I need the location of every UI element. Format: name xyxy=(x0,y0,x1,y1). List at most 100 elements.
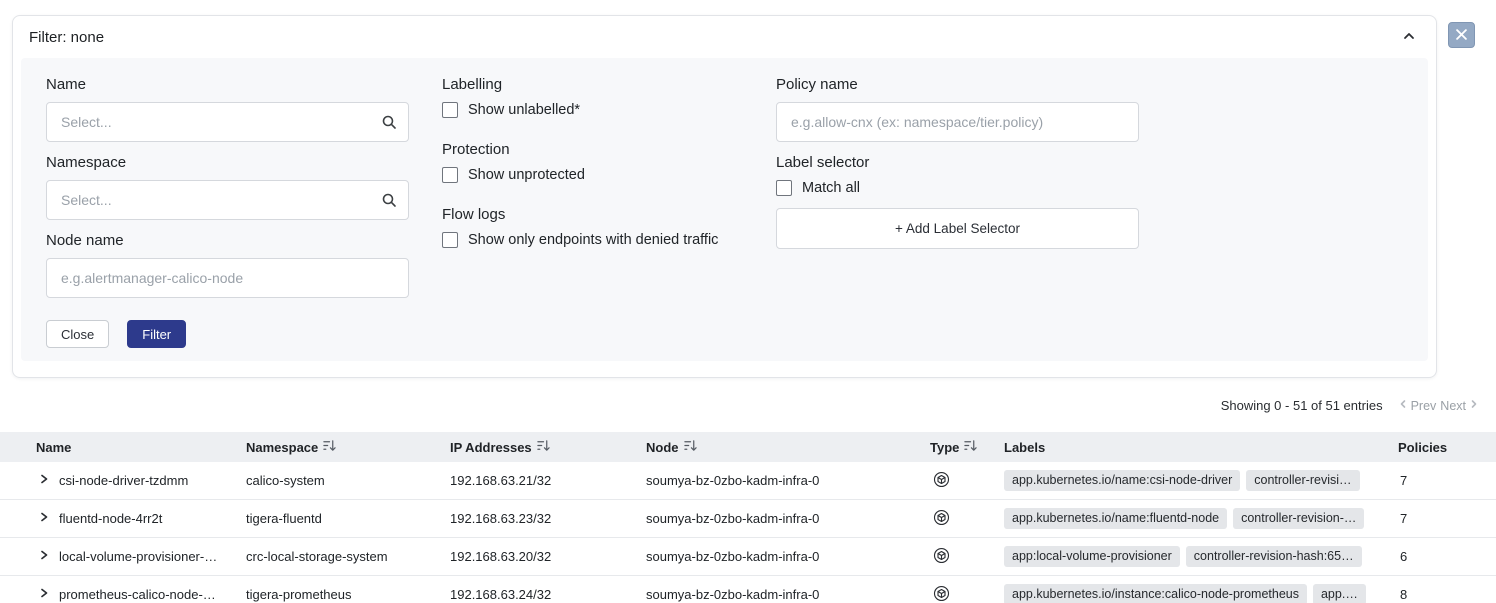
label-chip: app.… xyxy=(1313,584,1366,603)
filter-panel-header: Filter: none xyxy=(13,16,1436,58)
expand-row-button[interactable] xyxy=(38,587,50,602)
match-all-checkbox[interactable] xyxy=(776,180,792,196)
table-row[interactable]: prometheus-calico-node-… tigera-promethe… xyxy=(0,576,1496,603)
show-unlabelled-checkbox[interactable] xyxy=(442,102,458,118)
endpoint-ip: 192.168.63.21/32 xyxy=(450,473,646,488)
endpoint-node: soumya-bz-0zbo-kadm-infra-0 xyxy=(646,549,930,564)
column-header-labels-label: Labels xyxy=(1004,440,1045,455)
chevron-right-icon xyxy=(1468,398,1480,413)
close-button[interactable]: Close xyxy=(46,320,109,348)
policies-count: 7 xyxy=(1398,511,1496,526)
namespace-field-label: Namespace xyxy=(46,154,126,171)
labelling-heading: Labelling xyxy=(442,76,502,93)
table-row[interactable]: csi-node-driver-tzdmm calico-system 192.… xyxy=(0,462,1496,500)
endpoint-ip: 192.168.63.20/32 xyxy=(450,549,646,564)
next-page-button[interactable]: Next xyxy=(1440,398,1480,413)
column-header-ip-addresses[interactable]: IP Addresses xyxy=(450,439,646,455)
column-header-policies-label: Policies xyxy=(1398,440,1447,455)
endpoint-type-icon xyxy=(933,509,950,529)
endpoint-node: soumya-bz-0zbo-kadm-infra-0 xyxy=(646,473,930,488)
endpoints-table-body: csi-node-driver-tzdmm calico-system 192.… xyxy=(0,462,1496,603)
endpoint-type-icon xyxy=(933,585,950,603)
close-icon xyxy=(1456,28,1467,43)
endpoint-type-icon xyxy=(933,471,950,491)
policies-count: 8 xyxy=(1398,587,1496,602)
endpoint-name: csi-node-driver-tzdmm xyxy=(59,473,188,488)
add-label-selector-button[interactable]: + Add Label Selector xyxy=(776,208,1139,249)
policies-count: 7 xyxy=(1398,473,1496,488)
table-row[interactable]: local-volume-provisioner-… crc-local-sto… xyxy=(0,538,1496,576)
match-all-row: Match all xyxy=(776,180,860,196)
table-row[interactable]: fluentd-node-4rr2t tigera-fluentd 192.16… xyxy=(0,500,1496,538)
label-chip: app.kubernetes.io/instance:calico-node-p… xyxy=(1004,584,1307,603)
endpoint-node: soumya-bz-0zbo-kadm-infra-0 xyxy=(646,587,930,602)
collapse-panel-button[interactable] xyxy=(1402,29,1416,46)
column-header-node-label: Node xyxy=(646,440,679,455)
show-unlabelled-row: Show unlabelled* xyxy=(442,102,580,118)
show-unlabelled-label: Show unlabelled* xyxy=(468,102,580,118)
filter-panel: Filter: none Name Namespace xyxy=(12,15,1437,378)
endpoint-name: local-volume-provisioner-… xyxy=(59,549,217,564)
policy-name-input[interactable] xyxy=(776,102,1139,142)
denied-traffic-checkbox[interactable] xyxy=(442,232,458,248)
column-header-ip-label: IP Addresses xyxy=(450,440,532,455)
match-all-label: Match all xyxy=(802,180,860,196)
namespace-select-input[interactable] xyxy=(46,180,409,220)
endpoint-name: prometheus-calico-node-… xyxy=(59,587,216,602)
node-name-field-label: Node name xyxy=(46,232,124,249)
endpoint-ip: 192.168.63.24/32 xyxy=(450,587,646,602)
prev-page-button[interactable]: Prev xyxy=(1397,398,1437,413)
endpoint-namespace: crc-local-storage-system xyxy=(246,549,450,564)
policies-count: 6 xyxy=(1398,549,1496,564)
sort-icon xyxy=(684,439,697,455)
label-chip: app.kubernetes.io/name:csi-node-driver xyxy=(1004,470,1240,492)
name-select-input[interactable] xyxy=(46,102,409,142)
sort-icon xyxy=(323,439,336,455)
chevron-right-icon xyxy=(38,511,50,526)
expand-row-button[interactable] xyxy=(38,511,50,526)
flow-logs-heading: Flow logs xyxy=(442,206,505,223)
chevron-right-icon xyxy=(38,473,50,488)
chevron-left-icon xyxy=(1397,398,1409,413)
dismiss-panel-button[interactable] xyxy=(1448,22,1475,48)
prev-page-label: Prev xyxy=(1411,399,1437,413)
show-unprotected-checkbox[interactable] xyxy=(442,167,458,183)
show-unprotected-row: Show unprotected xyxy=(442,167,585,183)
chevron-right-icon xyxy=(38,549,50,564)
column-header-name-label: Name xyxy=(36,440,71,455)
name-field-label: Name xyxy=(46,76,86,93)
column-header-type[interactable]: Type xyxy=(930,439,1004,455)
chevron-right-icon xyxy=(38,587,50,602)
expand-row-button[interactable] xyxy=(38,473,50,488)
endpoint-ip: 192.168.63.23/32 xyxy=(450,511,646,526)
label-chip: app.kubernetes.io/name:fluentd-node xyxy=(1004,508,1227,530)
chevron-up-icon xyxy=(1402,29,1416,46)
column-header-type-label: Type xyxy=(930,440,959,455)
endpoint-namespace: tigera-prometheus xyxy=(246,587,450,602)
endpoint-name: fluentd-node-4rr2t xyxy=(59,511,162,526)
denied-traffic-label: Show only endpoints with denied traffic xyxy=(468,232,718,248)
entries-summary: Showing 0 - 51 of 51 entries xyxy=(1221,398,1383,413)
denied-traffic-row: Show only endpoints with denied traffic xyxy=(442,232,718,248)
pagination-bar: Showing 0 - 51 of 51 entries Prev Next xyxy=(1221,398,1480,413)
column-header-namespace-label: Namespace xyxy=(246,440,318,455)
sort-icon xyxy=(964,439,977,455)
policy-name-field-label: Policy name xyxy=(776,76,858,93)
column-header-node[interactable]: Node xyxy=(646,439,930,455)
endpoint-node: soumya-bz-0zbo-kadm-infra-0 xyxy=(646,511,930,526)
protection-heading: Protection xyxy=(442,141,510,158)
label-chip: app:local-volume-provisioner xyxy=(1004,546,1180,568)
filter-button[interactable]: Filter xyxy=(127,320,186,348)
endpoints-table-header: Name Namespace IP Addresses Node Type La… xyxy=(0,432,1496,462)
column-header-policies: Policies xyxy=(1398,440,1496,455)
next-page-label: Next xyxy=(1440,399,1466,413)
filter-action-buttons: Close Filter xyxy=(46,320,186,348)
label-chip: controller-revision-… xyxy=(1233,508,1364,530)
label-chip: controller-revision-hash:65… xyxy=(1186,546,1362,568)
column-header-namespace[interactable]: Namespace xyxy=(246,439,450,455)
expand-row-button[interactable] xyxy=(38,549,50,564)
filter-panel-body: Name Namespace Node name Close Filter xyxy=(21,58,1428,361)
endpoint-namespace: calico-system xyxy=(246,473,450,488)
show-unprotected-label: Show unprotected xyxy=(468,167,585,183)
node-name-input[interactable] xyxy=(46,258,409,298)
